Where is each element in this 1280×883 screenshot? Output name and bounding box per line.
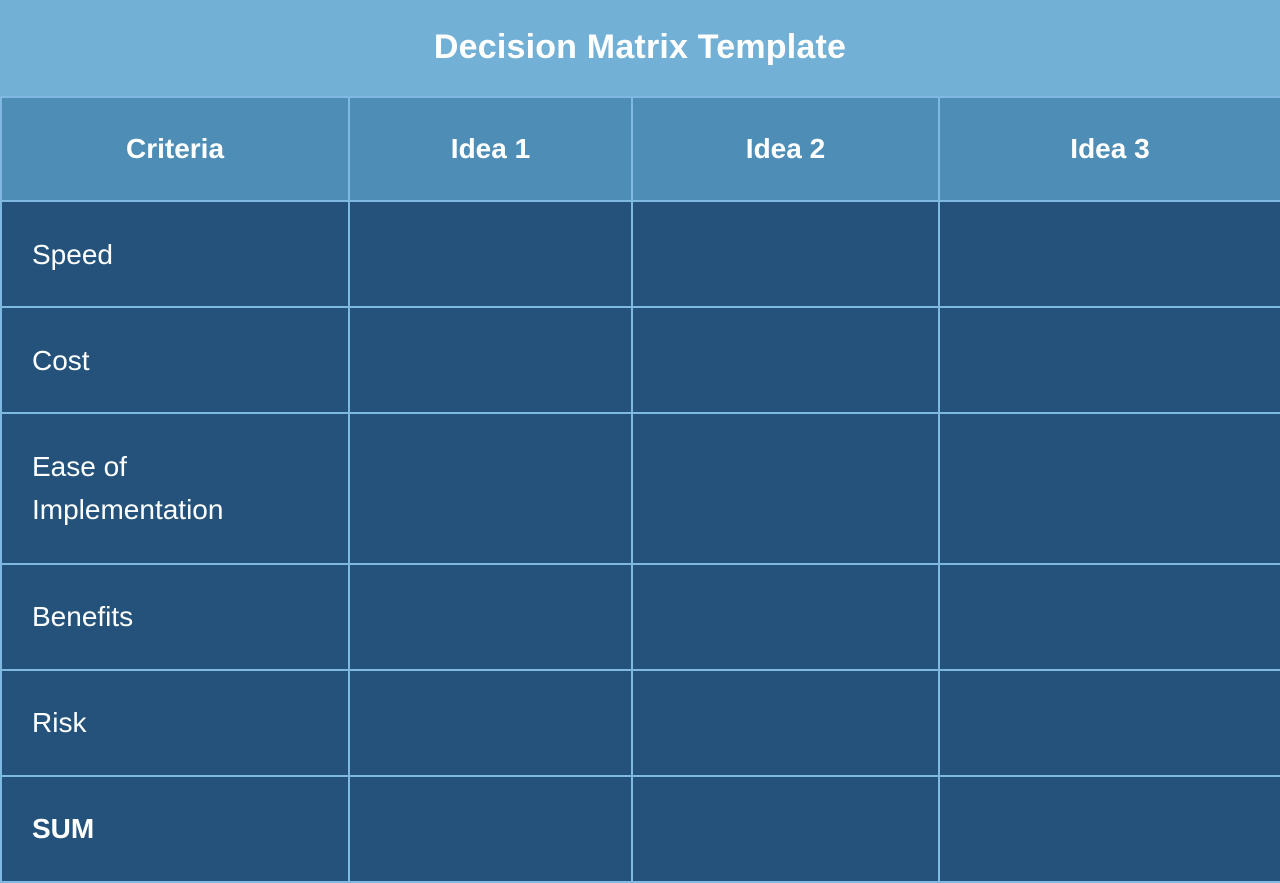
sum-label-cell: SUM [0, 774, 350, 883]
page-title: Decision Matrix Template [433, 27, 847, 66]
header-row: Criteria Idea 1 Idea 2 Idea 3 [0, 96, 1280, 202]
score-cell-idea-3[interactable] [938, 562, 1280, 671]
table-row-sum: SUM [0, 774, 1280, 883]
header-criteria: Criteria [0, 96, 350, 202]
header-idea-3: Idea 3 [938, 96, 1280, 202]
criteria-cell: Risk [0, 668, 350, 777]
criteria-cell: Speed [0, 199, 350, 309]
table-row-benefits: Benefits [0, 562, 1280, 671]
header-idea-1: Idea 1 [348, 96, 633, 202]
table-row-speed: Speed [0, 199, 1280, 309]
score-cell-idea-1[interactable] [348, 562, 633, 671]
score-cell-idea-1[interactable] [348, 412, 633, 565]
sum-cell-idea-1[interactable] [348, 774, 633, 883]
score-cell-idea-3[interactable] [938, 668, 1280, 777]
decision-matrix-page: Decision Matrix Template Criteria Idea 1… [0, 0, 1280, 883]
table-row-cost: Cost [0, 306, 1280, 415]
score-cell-idea-3[interactable] [938, 199, 1280, 309]
score-cell-idea-2[interactable] [631, 306, 940, 415]
criteria-cell: Ease of Implementation [0, 412, 350, 565]
score-cell-idea-2[interactable] [631, 668, 940, 777]
score-cell-idea-3[interactable] [938, 306, 1280, 415]
score-cell-idea-1[interactable] [348, 668, 633, 777]
score-cell-idea-1[interactable] [348, 199, 633, 309]
sum-cell-idea-3[interactable] [938, 774, 1280, 883]
score-cell-idea-1[interactable] [348, 306, 633, 415]
table-row-risk: Risk [0, 668, 1280, 777]
table-row-ease-of-implementation: Ease of Implementation [0, 412, 1280, 565]
title-band: Decision Matrix Template [0, 0, 1280, 96]
sum-cell-idea-2[interactable] [631, 774, 940, 883]
decision-matrix-table: Criteria Idea 1 Idea 2 Idea 3 Speed Cost… [0, 96, 1280, 883]
criteria-cell: Cost [0, 306, 350, 415]
score-cell-idea-2[interactable] [631, 562, 940, 671]
header-idea-2: Idea 2 [631, 96, 940, 202]
score-cell-idea-3[interactable] [938, 412, 1280, 565]
score-cell-idea-2[interactable] [631, 412, 940, 565]
criteria-cell: Benefits [0, 562, 350, 671]
score-cell-idea-2[interactable] [631, 199, 940, 309]
